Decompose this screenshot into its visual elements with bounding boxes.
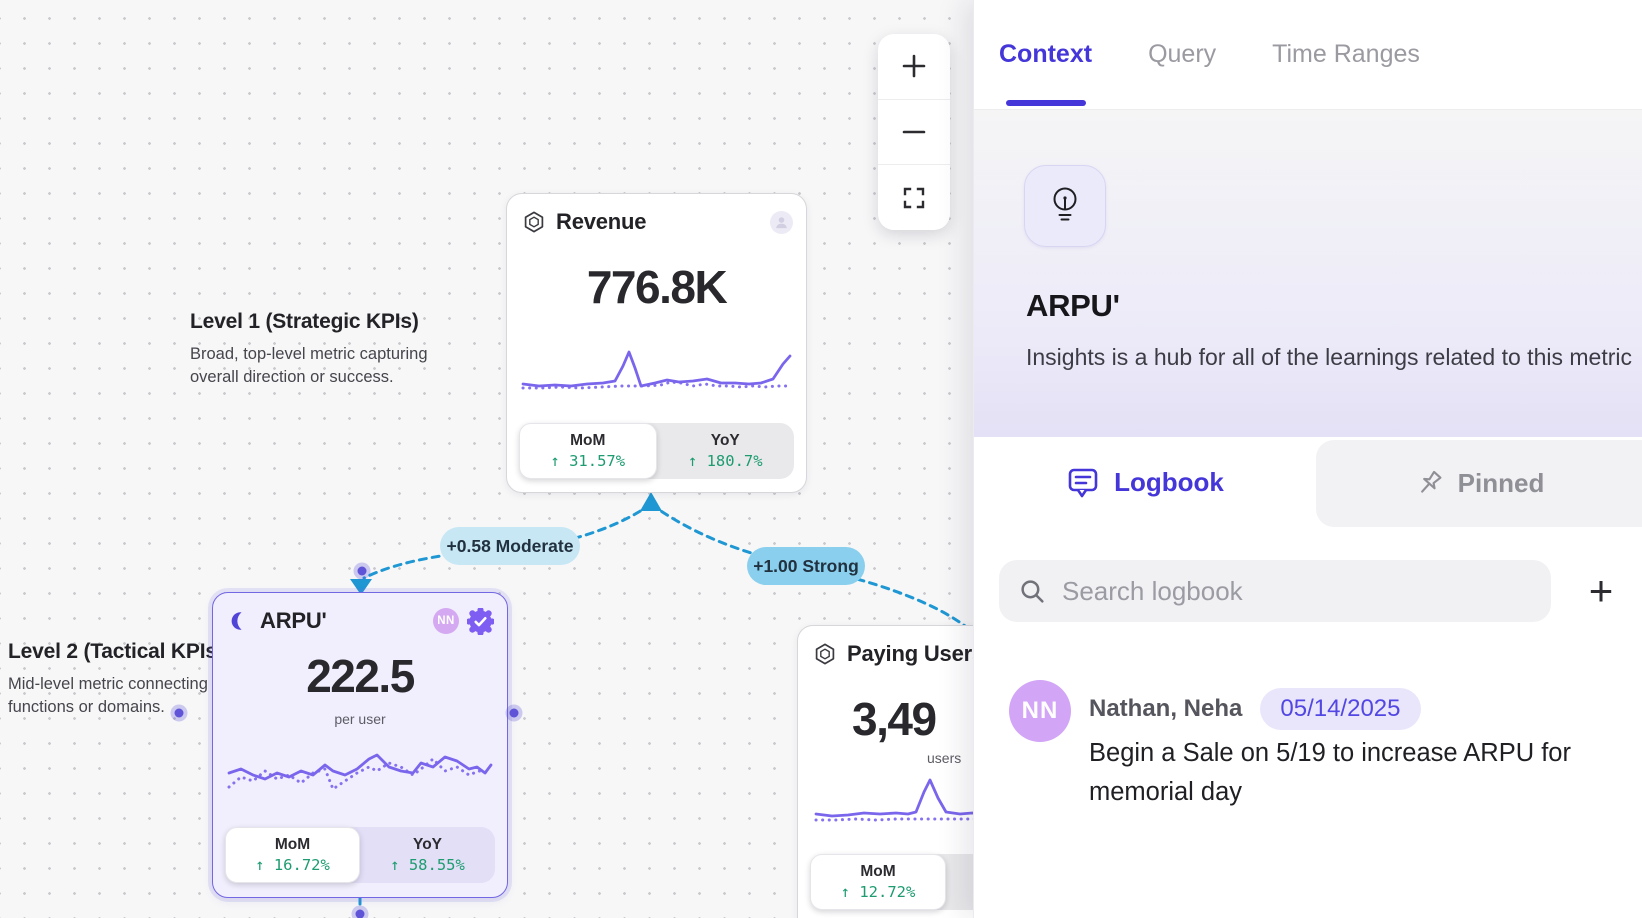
logbook-icon [1066, 465, 1100, 499]
period-toggle: MoM ↑ 12.72% [810, 854, 973, 910]
connection-handle[interactable] [356, 910, 365, 918]
yoy-value: ↑ 58.55% [390, 856, 465, 874]
search-icon [1019, 578, 1046, 605]
search-input[interactable] [1062, 576, 1531, 607]
minus-icon [900, 118, 928, 146]
handle-halo [506, 705, 523, 722]
metric-title: Revenue [556, 209, 646, 235]
metric-tree-app: Level 1 (Strategic KPIs) Broad, top-leve… [0, 0, 1642, 918]
revenue-card-header: Revenue [522, 207, 793, 237]
mom-label: MoM [860, 863, 895, 881]
sparkline-chart [227, 743, 493, 807]
period-toggle: MoM ↑ 16.72% YoY ↑ 58.55% [225, 827, 495, 883]
hexagon-metric-icon [813, 642, 837, 666]
arpu-card-header: ARPU' NN [228, 606, 494, 636]
metric-value: 3,49 [852, 692, 936, 746]
entry-body-text: Begin a Sale on 5/19 to increase ARPU fo… [1089, 734, 1634, 812]
logbook-search [999, 560, 1551, 622]
pushpin-icon [1414, 469, 1444, 499]
hexagon-metric-icon [522, 210, 546, 234]
handle-halo [352, 906, 369, 918]
metric-name-heading: ARPU' [1026, 288, 1120, 324]
yoy-toggle[interactable] [946, 854, 973, 910]
entry-meta-row: Nathan, Neha 05/14/2025 [1089, 688, 1421, 730]
mom-toggle[interactable]: MoM ↑ 31.57% [519, 423, 657, 479]
metric-card-revenue[interactable]: Revenue 776.8K MoM ↑ 31.57% YoY [506, 193, 807, 493]
sparkline-chart [812, 772, 973, 832]
panel-tab-bar: Context Query Time Ranges [974, 0, 1642, 110]
edge-correlation-badge-moderate[interactable]: +0.58 Moderate [440, 527, 580, 565]
mom-value: ↑ 16.72% [255, 856, 330, 874]
metric-value: 222.5 [213, 649, 507, 703]
level-1-title: Level 1 (Strategic KPIs) [190, 310, 445, 334]
period-toggle: MoM ↑ 31.57% YoY ↑ 180.7% [519, 423, 794, 479]
verified-badge-icon [467, 608, 494, 635]
yoy-label: YoY [711, 432, 740, 450]
metric-title: Paying Users' [847, 641, 973, 667]
yoy-value: ↑ 180.7% [688, 452, 763, 470]
metric-context-hero: ARPU' Insights is a hub for all of the l… [974, 110, 1642, 437]
canvas-zoom-toolbar [878, 34, 950, 230]
entry-author-avatar: NN [1009, 680, 1071, 742]
context-side-panel: Context Query Time Ranges ARPU' Insights… [973, 0, 1642, 918]
metric-card-arpu[interactable]: ARPU' NN 222.5 pe [212, 592, 508, 898]
mom-toggle[interactable]: MoM ↑ 12.72% [810, 854, 946, 910]
yoy-toggle[interactable]: YoY ↑ 58.55% [360, 827, 495, 883]
zoom-out-button[interactable] [878, 99, 950, 165]
yoy-toggle[interactable]: YoY ↑ 180.7% [657, 423, 795, 479]
level-1-label: Level 1 (Strategic KPIs) Broad, top-leve… [190, 310, 445, 390]
metric-unit: users [927, 750, 961, 766]
metric-description: Insights is a hub for all of the learnin… [1026, 340, 1641, 375]
connection-handle[interactable] [358, 567, 367, 576]
tab-time-ranges[interactable]: Time Ranges [1272, 0, 1420, 109]
metric-card-paying-users[interactable]: Paying Users' 3,49 users MoM ↑ 12.72% [797, 625, 973, 918]
logbook-entry[interactable]: NN Nathan, Neha 05/14/2025 Begin a Sale … [974, 672, 1642, 832]
tab-context[interactable]: Context [999, 0, 1092, 109]
crescent-moon-icon [228, 610, 250, 632]
tab-pinned[interactable]: Pinned [1316, 440, 1642, 527]
mom-label: MoM [570, 432, 605, 450]
lightbulb-icon [1049, 185, 1081, 227]
fullscreen-icon [902, 186, 926, 210]
mom-value: ↑ 12.72% [841, 883, 916, 901]
metric-unit: per user [213, 711, 507, 727]
paying-users-card-header: Paying Users' [813, 639, 973, 669]
logbook-tab-label: Logbook [1114, 467, 1224, 498]
arrowhead-up-icon [640, 492, 662, 511]
fit-view-button[interactable] [878, 164, 950, 230]
mom-label: MoM [275, 836, 310, 854]
entry-author-name: Nathan, Neha [1089, 695, 1242, 723]
pinned-tab-label: Pinned [1458, 468, 1545, 499]
handle-halo [354, 563, 371, 580]
tab-query[interactable]: Query [1148, 0, 1216, 109]
mom-toggle[interactable]: MoM ↑ 16.72% [225, 827, 360, 883]
insight-tile [1024, 165, 1106, 247]
add-logbook-entry-button[interactable]: + [1576, 566, 1626, 616]
sparkline-chart [521, 342, 792, 404]
tab-logbook[interactable]: Logbook [974, 437, 1316, 527]
metric-value: 776.8K [507, 260, 806, 314]
yoy-label: YoY [413, 836, 442, 854]
plus-icon [900, 52, 928, 80]
connection-handle[interactable] [510, 709, 519, 718]
level-1-description: Broad, top-level metric capturing overal… [190, 343, 445, 390]
owner-avatar-icon [770, 211, 793, 234]
entry-date-badge: 05/14/2025 [1260, 688, 1420, 730]
edge-correlation-badge-strong[interactable]: +1.00 Strong [747, 547, 865, 585]
metric-tree-canvas[interactable]: Level 1 (Strategic KPIs) Broad, top-leve… [0, 0, 973, 918]
mom-value: ↑ 31.57% [550, 452, 625, 470]
logbook-pinned-tabs: Logbook Pinned [974, 437, 1642, 527]
owner-avatar: NN [433, 608, 459, 634]
metric-title: ARPU' [260, 608, 327, 634]
zoom-in-button[interactable] [878, 34, 950, 99]
